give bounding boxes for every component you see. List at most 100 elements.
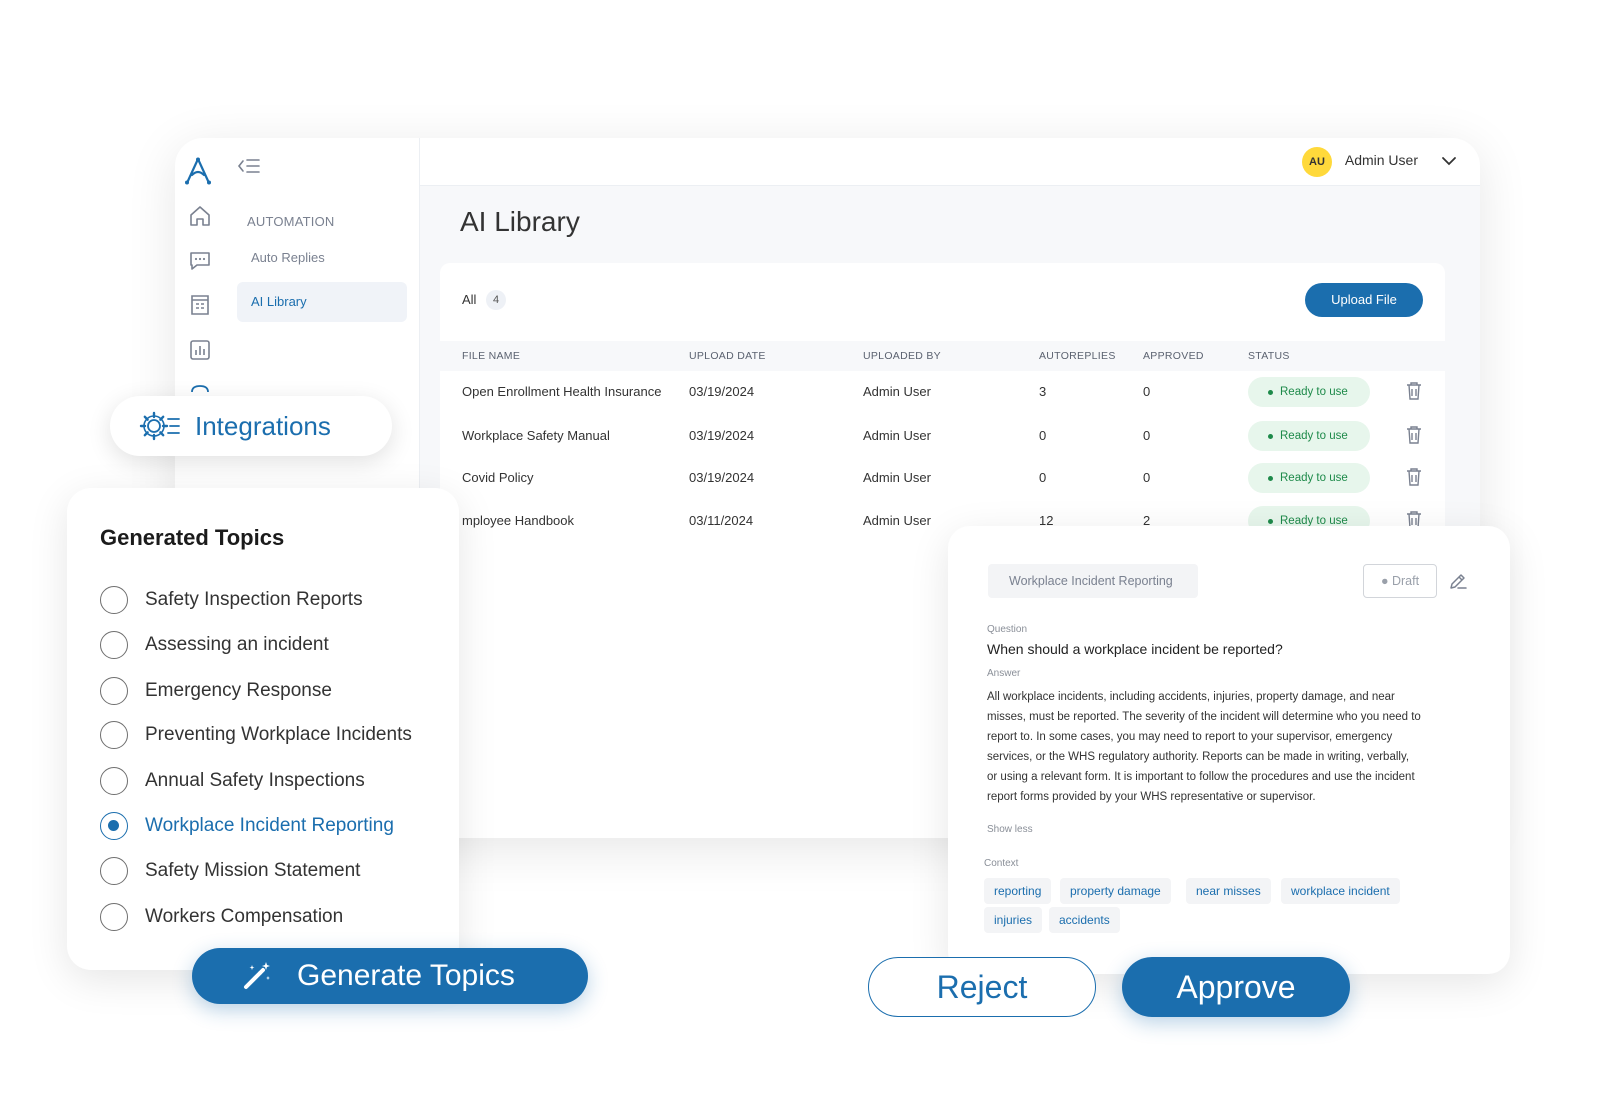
context-tag[interactable]: reporting xyxy=(984,878,1052,904)
user-name[interactable]: Admin User xyxy=(1345,152,1418,168)
approved-cell: 0 xyxy=(1143,470,1151,485)
gear-icon xyxy=(139,411,180,441)
radio-button[interactable] xyxy=(100,857,128,885)
topic-option[interactable]: Preventing Workplace Incidents xyxy=(100,721,450,751)
autoreplies-cell: 0 xyxy=(1039,470,1047,485)
context-tag[interactable]: workplace incident xyxy=(1281,878,1400,904)
trash-icon[interactable] xyxy=(1405,467,1423,487)
upload-date-cell: 03/11/2024 xyxy=(689,513,754,528)
topic-option[interactable]: Safety Mission Statement xyxy=(100,857,450,887)
status-label: Ready to use xyxy=(1280,386,1348,398)
upload-date-cell: 03/19/2024 xyxy=(689,384,755,399)
generate-topics-label: Generate Topics xyxy=(297,959,515,992)
status-badge: Ready to use xyxy=(1248,463,1370,493)
context-tag[interactable]: injuries xyxy=(984,907,1043,933)
topic-label: Emergency Response xyxy=(145,680,332,701)
file-name-cell[interactable]: mployee Handbook xyxy=(462,513,574,528)
file-name-cell[interactable]: Workplace Safety Manual xyxy=(462,428,610,443)
topic-name-field[interactable]: Workplace Incident Reporting xyxy=(988,564,1198,598)
magic-wand-icon xyxy=(244,962,270,989)
collapse-sidebar-icon[interactable] xyxy=(237,156,261,176)
column-header-uploaded-by[interactable]: UPLOADED BY xyxy=(863,350,941,362)
approve-button[interactable]: Approve xyxy=(1122,957,1350,1017)
radio-button[interactable] xyxy=(100,767,128,795)
status-badge: Ready to use xyxy=(1248,421,1370,451)
topic-label: Workplace Incident Reporting xyxy=(145,815,394,836)
table-row[interactable]: Workplace Safety Manual 03/19/2024 Admin… xyxy=(440,415,1445,459)
topic-option[interactable]: Emergency Response xyxy=(100,677,450,707)
upload-date-cell: 03/19/2024 xyxy=(689,428,755,443)
topic-label: Annual Safety Inspections xyxy=(145,770,365,791)
draft-status-badge[interactable]: ● Draft xyxy=(1363,564,1437,598)
context-tag[interactable]: property damage xyxy=(1060,878,1171,904)
file-name-cell[interactable]: Open Enrollment Health Insurance xyxy=(462,384,661,399)
upload-file-button[interactable]: Upload File xyxy=(1305,283,1423,317)
trash-icon[interactable] xyxy=(1405,381,1423,401)
sidebar-item-auto-replies[interactable]: Auto Replies xyxy=(237,238,407,278)
document-icon[interactable] xyxy=(187,292,213,318)
topic-option[interactable]: Safety Inspection Reports xyxy=(100,586,450,616)
trash-icon[interactable] xyxy=(1405,425,1423,445)
radio-button[interactable] xyxy=(100,631,128,659)
uploaded-by-cell: Admin User xyxy=(863,513,931,528)
column-header-upload-date[interactable]: UPLOAD DATE xyxy=(689,350,766,362)
topic-label: Workers Compensation xyxy=(145,906,344,927)
integrations-pill[interactable]: Integrations xyxy=(110,396,392,456)
topic-option[interactable]: Assessing an incident xyxy=(100,631,450,661)
topics-title: Generated Topics xyxy=(100,525,285,550)
integrations-label: Integrations xyxy=(195,411,331,441)
stage: AUTOMATION Auto Replies AI Library AU Ad… xyxy=(0,0,1600,1115)
column-header-approved[interactable]: APPROVED xyxy=(1143,350,1204,362)
status-label: Ready to use xyxy=(1280,472,1348,484)
edit-pencil-icon[interactable] xyxy=(1448,571,1468,591)
approved-cell: 0 xyxy=(1143,428,1151,443)
sidebar-section-automation: AUTOMATION xyxy=(247,214,335,229)
context-tag[interactable]: accidents xyxy=(1049,907,1120,933)
column-header-status[interactable]: STATUS xyxy=(1248,350,1290,362)
generate-topics-button[interactable]: Generate Topics xyxy=(192,948,588,1004)
avatar[interactable]: AU xyxy=(1302,147,1332,177)
column-header-file-name[interactable]: FILE NAME xyxy=(462,350,520,362)
sidebar-item-ai-library[interactable]: AI Library xyxy=(237,282,407,322)
table-row[interactable]: Covid Policy 03/19/2024 Admin User 0 0 R… xyxy=(440,457,1445,501)
chevron-down-icon[interactable] xyxy=(1440,154,1458,168)
upload-date-cell: 03/19/2024 xyxy=(689,470,755,485)
radio-button[interactable] xyxy=(100,721,128,749)
column-header-autoreplies[interactable]: AUTOREPLIES xyxy=(1039,350,1116,362)
chat-icon[interactable] xyxy=(187,247,213,273)
library-toolbar: All 4 Upload File xyxy=(440,263,1445,341)
show-less-link[interactable]: Show less xyxy=(987,824,1033,835)
table-header: FILE NAME UPLOAD DATE UPLOADED BY AUTORE… xyxy=(440,341,1445,371)
uploaded-by-cell: Admin User xyxy=(863,384,931,399)
topic-label: Preventing Workplace Incidents xyxy=(145,724,412,745)
qa-detail-card: Workplace Incident Reporting ● Draft Que… xyxy=(948,526,1510,974)
answer-text: All workplace incidents, including accid… xyxy=(987,691,1421,803)
uploaded-by-cell: Admin User xyxy=(863,470,931,485)
status-badge: Ready to use xyxy=(1248,377,1370,407)
filter-all-tab[interactable]: All xyxy=(462,292,476,307)
chart-icon[interactable] xyxy=(187,337,213,363)
table-row[interactable]: Open Enrollment Health Insurance 03/19/2… xyxy=(440,371,1445,415)
radio-button[interactable] xyxy=(100,903,128,931)
topic-option[interactable]: Workers Compensation xyxy=(100,903,450,933)
topic-label: Safety Inspection Reports xyxy=(145,589,363,610)
filter-count-badge: 4 xyxy=(486,290,506,310)
radio-button[interactable] xyxy=(100,677,128,705)
file-name-cell[interactable]: Covid Policy xyxy=(462,470,534,485)
home-icon[interactable] xyxy=(187,203,213,229)
context-label: Context xyxy=(984,858,1019,869)
topic-option-selected[interactable]: Workplace Incident Reporting xyxy=(100,812,450,842)
uploaded-by-cell: Admin User xyxy=(863,428,931,443)
topic-label: Assessing an incident xyxy=(145,634,329,655)
radio-button[interactable] xyxy=(100,586,128,614)
reject-button[interactable]: Reject xyxy=(868,957,1096,1017)
question-text: When should a workplace incident be repo… xyxy=(987,641,1283,657)
app-logo-icon[interactable] xyxy=(183,156,213,186)
question-label: Question xyxy=(987,624,1028,635)
answer-label: Answer xyxy=(987,668,1021,679)
topic-option[interactable]: Annual Safety Inspections xyxy=(100,767,450,797)
topbar: AU Admin User xyxy=(420,138,1480,186)
context-tag[interactable]: near misses xyxy=(1186,878,1271,904)
topic-label: Safety Mission Statement xyxy=(145,860,361,881)
radio-button-checked[interactable] xyxy=(100,812,128,840)
